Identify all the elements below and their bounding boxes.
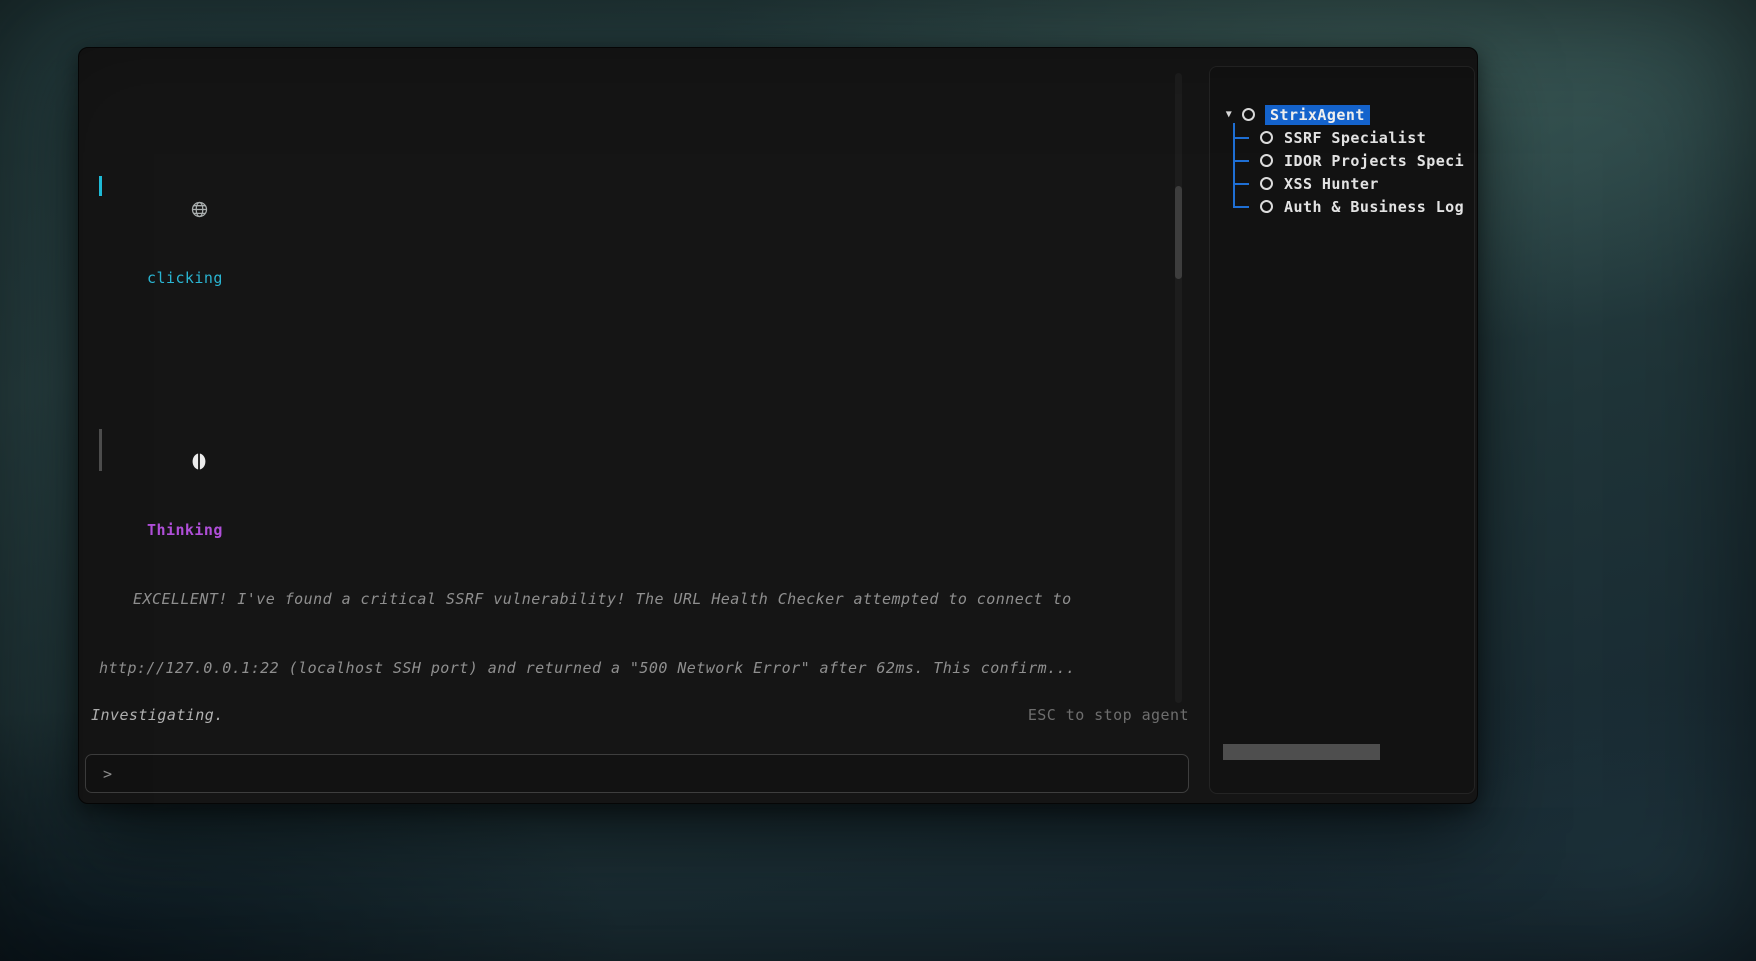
log-scrollbar-thumb[interactable]: [1175, 186, 1182, 279]
command-input[interactable]: >: [85, 754, 1189, 793]
agent-node-icon: [1260, 200, 1273, 213]
agent-node-icon: [1260, 154, 1273, 167]
tree-node-label: StrixAgent: [1265, 105, 1370, 125]
stop-agent-hint: ESC to stop agent: [1028, 706, 1189, 724]
log-scrollbar-track[interactable]: [1175, 73, 1182, 703]
tree-connector-stub: [1233, 137, 1249, 139]
globe-icon: [115, 178, 132, 195]
collapse-triangle-icon[interactable]: ▼: [1222, 109, 1236, 120]
tree-node-root[interactable]: ▼ StrixAgent: [1210, 103, 1474, 126]
tree-node-child[interactable]: IDOR Projects Speci: [1210, 149, 1474, 172]
agent-tree-panel: ▼ StrixAgent SSRF Specialist IDOR Projec…: [1209, 66, 1475, 794]
agent-terminal-window: clicking Thinking EXCELLENT! I've found …: [78, 47, 1478, 804]
tree-node-label: XSS Hunter: [1284, 175, 1379, 193]
action-accent-bar: [99, 176, 102, 196]
tree-node-label: IDOR Projects Speci: [1284, 152, 1464, 170]
thinking-text-line: http://127.0.0.1:22 (localhost SSH port)…: [99, 657, 1157, 680]
agent-tree: ▼ StrixAgent SSRF Specialist IDOR Projec…: [1210, 67, 1474, 218]
log-entry-action: clicking: [99, 175, 1157, 336]
status-bar: Investigating. ESC to stop agent: [91, 706, 1189, 724]
tree-node-label: Auth & Business Log: [1284, 198, 1464, 216]
agent-node-icon: [1242, 108, 1255, 121]
thinking-label: Thinking: [99, 519, 1157, 542]
thinking-gutter-bar: [99, 429, 102, 471]
log-entry-thinking: Thinking EXCELLENT! I've found a critica…: [99, 427, 1157, 708]
agent-node-icon: [1260, 177, 1273, 190]
brain-icon: [115, 430, 132, 447]
prompt-symbol: >: [103, 765, 112, 783]
tree-node-label: SSRF Specialist: [1284, 129, 1426, 147]
tree-connector-line: [1233, 123, 1235, 208]
agent-status-text: Investigating.: [91, 706, 224, 724]
tree-connector-stub: [1233, 160, 1249, 162]
progress-bar: [1223, 744, 1380, 760]
thinking-text-line: EXCELLENT! I've found a critical SSRF vu…: [99, 588, 1157, 611]
agent-node-icon: [1260, 131, 1273, 144]
tree-connector-stub: [1233, 183, 1249, 185]
tree-connector-stub: [1233, 206, 1249, 208]
tree-node-child[interactable]: Auth & Business Log: [1210, 195, 1474, 218]
action-label: clicking: [99, 267, 1157, 290]
agent-log: clicking Thinking EXCELLENT! I've found …: [91, 68, 1191, 708]
tree-node-child[interactable]: XSS Hunter: [1210, 172, 1474, 195]
tree-node-child[interactable]: SSRF Specialist: [1210, 126, 1474, 149]
